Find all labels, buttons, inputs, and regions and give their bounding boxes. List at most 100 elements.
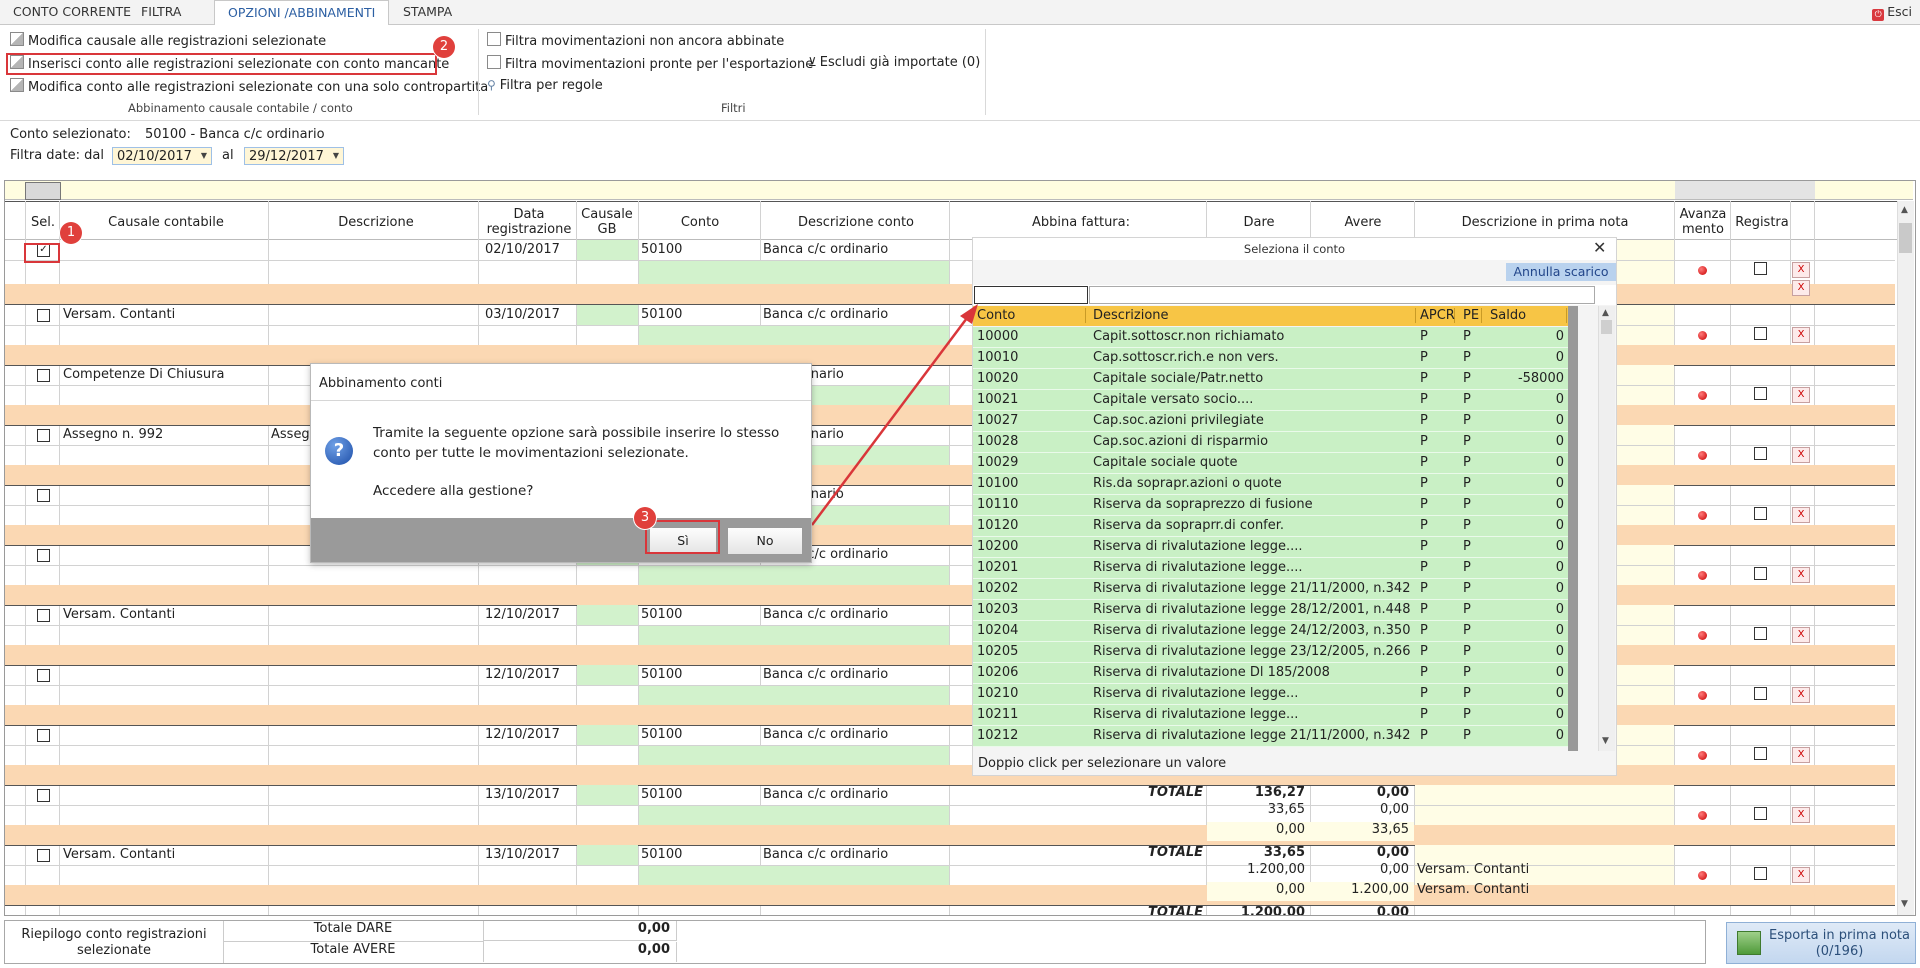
delete-button[interactable]: X — [1792, 387, 1810, 403]
totale-avere-value: 0,00 — [483, 942, 677, 962]
select-checkbox[interactable] — [37, 789, 50, 802]
conto-cell: 10027 — [977, 413, 1019, 428]
chevron-down-icon[interactable]: ▼ — [1602, 736, 1609, 746]
col-avere[interactable]: Avere — [1311, 215, 1415, 230]
conto-cell: P — [1420, 707, 1428, 722]
select-checkbox[interactable] — [37, 309, 50, 322]
tab-stampa[interactable]: STAMPA — [390, 0, 465, 24]
col-descr-nota[interactable]: Descrizione in prima nota — [1415, 215, 1675, 230]
no-button[interactable]: No — [727, 527, 803, 555]
conto-cell: 10010 — [977, 350, 1019, 365]
col-dare[interactable]: Dare — [1207, 215, 1311, 230]
conto-cell: Capitale versato socio.... — [1093, 392, 1254, 407]
row-line — [5, 805, 1895, 806]
date-to-picker[interactable]: 29/12/2017 ▼ — [244, 147, 344, 165]
col-registra[interactable]: Registra — [1731, 215, 1793, 230]
scrollbar-thumb[interactable] — [1601, 320, 1612, 334]
exit-button[interactable]: ⏻ Esci — [1872, 4, 1912, 21]
filtra-non-abbinate[interactable]: Filtra movimentazioni non ancora abbinat… — [487, 32, 784, 49]
delete-button[interactable]: X — [1792, 327, 1810, 343]
edit-icon — [10, 78, 24, 92]
chevron-up-icon[interactable]: ▲ — [1602, 308, 1609, 318]
chevron-down-icon[interactable]: ▼ — [1901, 899, 1908, 909]
col-conto[interactable]: Conto — [639, 215, 761, 230]
delete-button[interactable]: X — [1792, 262, 1810, 278]
col-data[interactable]: Data registrazione — [481, 207, 577, 237]
modifica-causale-button[interactable]: Modifica causale alle registrazioni sele… — [10, 32, 326, 49]
registra-checkbox[interactable] — [1754, 327, 1767, 340]
conto-cell: P — [1463, 623, 1471, 638]
delete-button[interactable]: X — [1792, 627, 1810, 643]
scrollbar-thumb[interactable] — [1899, 223, 1912, 253]
select-checkbox[interactable] — [37, 729, 50, 742]
conto-col-header[interactable]: PE — [1463, 308, 1482, 323]
delete-button[interactable]: X — [1792, 807, 1810, 823]
filtra-pronte-esportazione[interactable]: Filtra movimentazioni pronte per l'espor… — [487, 55, 813, 72]
chevron-up-icon[interactable]: ▲ — [1901, 205, 1908, 215]
registra-checkbox[interactable] — [1754, 627, 1767, 640]
delete-button[interactable]: X — [1792, 280, 1810, 296]
tab-bar: CONTO CORRENTE FILTRA OPZIONI /ABBINAMEN… — [0, 0, 1920, 26]
filter-row[interactable] — [5, 181, 1913, 200]
registra-checkbox[interactable] — [1754, 747, 1767, 760]
conto-col-header[interactable]: Descrizione — [1093, 308, 1416, 323]
esporta-prima-nota-button[interactable]: Esporta in prima nota (0/196) — [1726, 922, 1916, 964]
delete-button[interactable]: X — [1792, 687, 1810, 703]
col-sel[interactable]: Sel. — [27, 215, 59, 230]
chevron-down-icon[interactable]: ▼ — [329, 148, 343, 164]
date-from-picker[interactable]: 02/10/2017 ▼ — [112, 147, 212, 165]
delete-button[interactable]: X — [1792, 567, 1810, 583]
registra-checkbox[interactable] — [1754, 567, 1767, 580]
col-avanzamento[interactable]: Avanza mento — [1675, 207, 1731, 237]
modifica-conto-button[interactable]: Modifica conto alle registrazioni selezi… — [10, 78, 488, 95]
riepilogo-line-1: Riepilogo conto registrazioni — [21, 927, 207, 942]
chevron-down-icon[interactable]: ▼ — [197, 148, 211, 164]
tab-conto-corrente[interactable]: CONTO CORRENTE — [0, 0, 144, 24]
highlight-box-yes — [645, 520, 720, 554]
registra-checkbox[interactable] — [1754, 447, 1767, 460]
select-checkbox[interactable] — [37, 849, 50, 862]
registra-checkbox[interactable] — [1754, 687, 1767, 700]
delete-button[interactable]: X — [1792, 447, 1810, 463]
filter-conto-input[interactable] — [974, 286, 1088, 304]
popup-scrollbar[interactable]: ▲ ▼ — [1598, 306, 1615, 751]
close-icon[interactable]: ✕ — [1593, 238, 1606, 257]
col-abbina-fattura[interactable]: Abbina fattura: — [951, 215, 1211, 230]
nota-cell: Versam. Contanti — [1417, 862, 1530, 877]
select-checkbox[interactable] — [37, 489, 50, 502]
delete-button[interactable]: X — [1792, 867, 1810, 883]
escludi-importate-button[interactable]: ⊻ Escludi già importate (0) — [808, 55, 980, 70]
registra-checkbox[interactable] — [1754, 262, 1767, 275]
conto-col-header[interactable]: APCR — [1420, 308, 1455, 323]
select-checkbox[interactable] — [37, 549, 50, 562]
registra-checkbox[interactable] — [1754, 507, 1767, 520]
col-descr-conto[interactable]: Descrizione conto — [761, 215, 951, 230]
registra-checkbox[interactable] — [1754, 867, 1767, 880]
filtra-regole-button[interactable]: ⚲ Filtra per regole — [487, 78, 603, 93]
search-icon: ⚲ — [487, 78, 496, 92]
filter-descr-input[interactable] — [1089, 286, 1595, 304]
registra-checkbox[interactable] — [1754, 807, 1767, 820]
ribbon-border — [0, 120, 1920, 121]
select-checkbox[interactable] — [37, 609, 50, 622]
delete-button[interactable]: X — [1792, 747, 1810, 763]
delete-button[interactable]: X — [1792, 507, 1810, 523]
conto-col-header[interactable]: Saldo — [1490, 308, 1567, 323]
conto-cell: 10021 — [977, 392, 1019, 407]
select-checkbox[interactable] — [37, 369, 50, 382]
conto-col-header[interactable]: Conto — [977, 308, 1086, 323]
grid-scrollbar[interactable]: ▲ ▼ — [1897, 201, 1914, 915]
col-descrizione[interactable]: Descrizione — [271, 215, 481, 230]
green-cell — [639, 685, 949, 705]
causale-cell: Versam. Contanti — [63, 847, 176, 862]
tab-filtra[interactable]: FILTRA — [128, 0, 195, 24]
col-causale[interactable]: Causale contabile — [61, 215, 271, 230]
select-checkbox[interactable] — [37, 669, 50, 682]
annulla-scarico-button[interactable]: Annulla scarico — [1506, 263, 1616, 281]
conto-cell: 0 — [1555, 665, 1564, 680]
select-checkbox[interactable] — [37, 429, 50, 442]
filter-cell-sel[interactable] — [25, 182, 61, 200]
registra-checkbox[interactable] — [1754, 387, 1767, 400]
col-causale-gb[interactable]: Causale GB — [577, 207, 637, 237]
tab-opzioni-abbinamenti[interactable]: OPZIONI /ABBINAMENTI — [214, 0, 390, 26]
